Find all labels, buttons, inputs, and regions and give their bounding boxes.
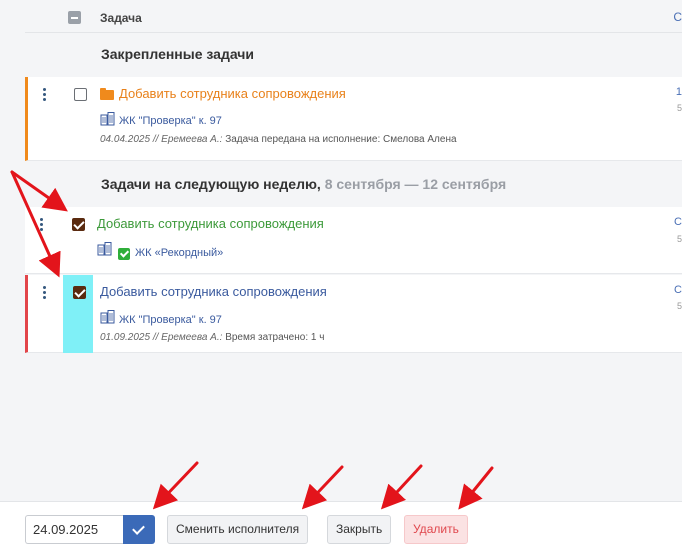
- task-title-link[interactable]: Добавить сотрудника сопровождения: [100, 284, 327, 299]
- task-title-link[interactable]: Добавить сотрудника сопровождения: [97, 216, 324, 231]
- task-title-link[interactable]: Добавить сотрудника сопровождения: [119, 86, 346, 101]
- bulk-action-bar: Сменить исполнителя Закрыть Удалить: [0, 501, 682, 552]
- delete-button[interactable]: Удалить: [404, 515, 468, 544]
- row-edge-subvalue: 5: [676, 234, 682, 244]
- row-edge-subvalue: 5: [676, 103, 682, 113]
- row-checkbox-checked[interactable]: [72, 218, 85, 231]
- task-meta: 01.09.2025 // Еремеева А.: Время затраче…: [100, 332, 324, 343]
- select-all-checkbox[interactable]: [68, 11, 81, 24]
- kebab-menu-icon[interactable]: [40, 218, 44, 232]
- date-input[interactable]: [25, 515, 124, 544]
- row-edge-value: 1: [675, 86, 682, 98]
- task-comment: Время затрачено: 1 ч: [225, 332, 325, 343]
- kebab-menu-icon[interactable]: [43, 88, 47, 102]
- section-pinned: Закрепленные задачи: [25, 34, 682, 76]
- change-executor-button[interactable]: Сменить исполнителя: [167, 515, 309, 544]
- close-button[interactable]: Закрыть: [327, 515, 392, 544]
- row-edge-value: С: [674, 284, 682, 296]
- table-row[interactable]: Добавить сотрудника сопровождения ЖК «Ре…: [25, 207, 682, 274]
- section-next-week: Задачи на следующую неделю, 8 сентября —…: [25, 162, 682, 206]
- table-row[interactable]: Добавить сотрудника сопровождения ЖК "Пр…: [25, 77, 682, 161]
- object-link[interactable]: ЖК "Проверка" к. 97: [119, 314, 222, 326]
- object-link[interactable]: ЖК "Проверка" к. 97: [119, 115, 222, 127]
- building-icon: [100, 112, 115, 126]
- task-date: 04.04.2025: [100, 134, 151, 145]
- building-icon: [97, 242, 112, 256]
- building-icon: [100, 310, 115, 324]
- task-meta: 04.04.2025 // Еремеева А.: Задача переда…: [100, 134, 457, 145]
- column-title-fragment: С: [673, 10, 682, 24]
- section-title-pinned: Закрепленные задачи: [101, 46, 255, 62]
- task-author: // Еремеева А.:: [152, 332, 223, 343]
- table-row[interactable]: Добавить сотрудника сопровождения ЖК "Пр…: [25, 275, 682, 353]
- object-link[interactable]: ЖК «Рекордный»: [135, 247, 223, 259]
- annotation-arrow: [380, 464, 423, 510]
- kebab-menu-icon[interactable]: [43, 286, 47, 300]
- annotation-arrow: [152, 461, 199, 510]
- table-header: Задача С: [25, 0, 682, 33]
- task-date: 01.09.2025: [100, 332, 151, 343]
- check-badge-icon: [118, 248, 130, 260]
- task-author: // Еремеева А.:: [152, 134, 223, 145]
- row-edge-subvalue: 5: [676, 301, 682, 311]
- annotation-arrow: [458, 466, 494, 510]
- annotation-arrow: [301, 465, 344, 510]
- row-checkbox-checked[interactable]: [73, 286, 86, 299]
- section-title-text: Задачи на следующую неделю,: [101, 176, 321, 192]
- apply-date-button[interactable]: [123, 515, 155, 544]
- row-checkbox[interactable]: [74, 88, 87, 101]
- task-comment: Задача передана на исполнение: Смелова А…: [225, 134, 457, 145]
- section-title-next-week: Задачи на следующую неделю, 8 сентября —…: [101, 176, 506, 192]
- section-date-range: 8 сентября — 12 сентября: [324, 176, 507, 192]
- column-title-task: Задача: [100, 11, 142, 25]
- folder-icon: [100, 88, 114, 100]
- row-edge-value: С: [674, 216, 682, 228]
- task-list-page: Задача С Закрепленные задачи Добавить со…: [0, 0, 682, 552]
